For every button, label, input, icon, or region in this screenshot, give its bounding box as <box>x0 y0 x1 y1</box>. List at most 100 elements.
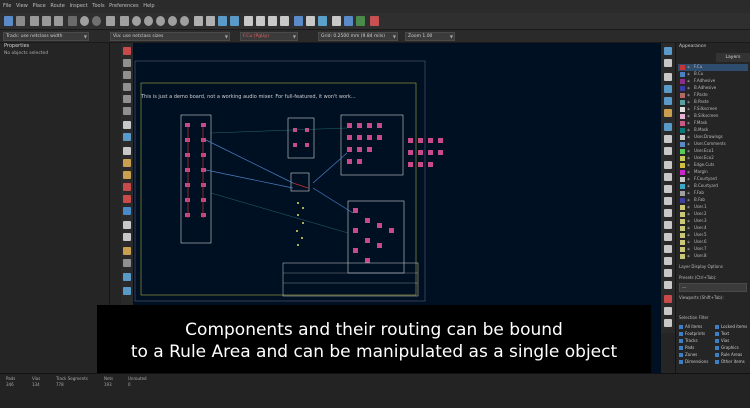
layer-row[interactable]: ◉ User.8 <box>678 253 748 260</box>
layer-row[interactable]: ◉ B.Paste <box>678 99 748 106</box>
eye-icon[interactable]: ◉ <box>687 127 690 134</box>
drc-icon[interactable] <box>344 16 353 26</box>
update-pcb-icon[interactable] <box>332 16 341 26</box>
ungroup-icon[interactable] <box>256 16 265 26</box>
mirror-icon[interactable] <box>230 16 239 26</box>
layer-row[interactable]: ◉ Margin <box>678 169 748 176</box>
menu-view[interactable]: View <box>16 0 28 13</box>
layer-color-swatch[interactable] <box>680 233 685 238</box>
layer-row[interactable]: ◉ Edge.Cuts <box>678 162 748 169</box>
eye-icon[interactable]: ◉ <box>687 218 690 225</box>
layer-color-swatch[interactable] <box>680 170 685 175</box>
layer-color-swatch[interactable] <box>680 142 685 147</box>
refresh-icon[interactable] <box>120 16 129 26</box>
search-panel-icon[interactable] <box>123 287 131 295</box>
layer-color-swatch[interactable] <box>680 100 685 105</box>
checkbox-icon[interactable] <box>715 339 719 343</box>
layer-color-swatch[interactable] <box>680 184 685 189</box>
layer-color-swatch[interactable] <box>680 135 685 140</box>
layer-color-swatch[interactable] <box>680 198 685 203</box>
layer-display-options[interactable]: Layer Display Options <box>679 264 723 269</box>
filter-checkbox[interactable]: Vias <box>715 338 729 343</box>
eye-icon[interactable]: ◉ <box>687 253 690 260</box>
layer-color-swatch[interactable] <box>680 156 685 161</box>
footprint-outline[interactable] <box>287 117 315 159</box>
curved-ratsnest-icon[interactable] <box>123 133 131 141</box>
layer-color-swatch[interactable] <box>680 65 685 70</box>
eye-icon[interactable]: ◉ <box>687 169 690 176</box>
filter-checkbox[interactable]: Zones <box>679 352 697 357</box>
rule-area-icon[interactable] <box>664 147 672 155</box>
presets-combo[interactable]: --- <box>679 283 747 292</box>
undo-icon[interactable] <box>80 16 89 26</box>
eye-icon[interactable]: ◉ <box>687 239 690 246</box>
drc-marker-icon[interactable] <box>123 47 131 55</box>
grid-icon[interactable] <box>123 59 131 67</box>
via-outline-icon[interactable] <box>123 195 131 203</box>
filter-checkbox[interactable]: Dimensions <box>679 359 708 364</box>
layer-color-swatch[interactable] <box>680 114 685 119</box>
menu-help[interactable]: Help <box>143 0 154 13</box>
eye-icon[interactable]: ◉ <box>687 134 690 141</box>
eye-icon[interactable]: ◉ <box>687 225 690 232</box>
units-mm-icon[interactable] <box>123 95 131 103</box>
layers-manager-icon[interactable] <box>123 259 131 267</box>
route-track-icon[interactable] <box>664 85 672 93</box>
rotate-ccw-icon[interactable] <box>194 16 203 26</box>
menu-file[interactable]: File <box>3 0 11 13</box>
filter-checkbox[interactable]: Footprints <box>679 331 705 336</box>
menu-preferences[interactable]: Preferences <box>109 0 138 13</box>
layer-combo[interactable]: F.Cu (PgUp) ▼ <box>240 32 298 41</box>
eye-icon[interactable]: ◉ <box>687 211 690 218</box>
layer-row[interactable]: ◉ F.Paste <box>678 92 748 99</box>
text-icon[interactable] <box>664 245 672 253</box>
layer-row[interactable]: ◉ User.3 <box>678 218 748 225</box>
filter-checkbox[interactable]: Text <box>715 331 729 336</box>
print-icon[interactable] <box>42 16 51 26</box>
route-diff-pair-icon[interactable] <box>664 97 672 105</box>
layer-row[interactable]: ◉ User.Eco2 <box>678 155 748 162</box>
zone-fill-icon[interactable] <box>123 171 131 179</box>
zoom-selection-icon[interactable] <box>180 16 189 26</box>
layer-color-swatch[interactable] <box>680 121 685 126</box>
eye-icon[interactable]: ◉ <box>687 92 690 99</box>
footprint-browser-icon[interactable] <box>318 16 327 26</box>
checkbox-icon[interactable] <box>679 332 683 336</box>
scripting-icon[interactable] <box>356 16 365 26</box>
zoom-combo[interactable]: Zoom 1.00 ▼ <box>405 32 455 41</box>
line-icon[interactable] <box>664 161 672 169</box>
layer-row[interactable]: ◉ User.4 <box>678 225 748 232</box>
layer-row[interactable]: ◉ User.6 <box>678 239 748 246</box>
eye-icon[interactable]: ◉ <box>687 204 690 211</box>
eye-icon[interactable]: ◉ <box>687 78 690 85</box>
layer-row[interactable]: ◉ B.Silkscreen <box>678 113 748 120</box>
layer-color-swatch[interactable] <box>680 240 685 245</box>
layer-color-swatch[interactable] <box>680 177 685 182</box>
layer-row[interactable]: ◉ User.Eco1 <box>678 148 748 155</box>
layer-color-swatch[interactable] <box>680 149 685 154</box>
zoom-objects-icon[interactable] <box>168 16 177 26</box>
paste-icon[interactable] <box>68 16 77 26</box>
layer-row[interactable]: ◉ B.Adhesive <box>678 85 748 92</box>
eye-icon[interactable]: ◉ <box>687 197 690 204</box>
layer-row[interactable]: ◉ F.Mask <box>678 120 748 127</box>
via-icon[interactable] <box>664 123 672 131</box>
textbox-icon[interactable] <box>664 257 672 265</box>
eye-icon[interactable]: ◉ <box>687 162 690 169</box>
footprint-place-icon[interactable] <box>664 73 672 81</box>
checkbox-icon[interactable] <box>679 346 683 350</box>
layer-row[interactable]: ◉ User.5 <box>678 232 748 239</box>
delete-icon[interactable] <box>664 295 672 303</box>
layer-color-swatch[interactable] <box>680 128 685 133</box>
units-in-icon[interactable] <box>123 83 131 91</box>
track-outline-icon[interactable] <box>123 207 131 215</box>
filter-checkbox[interactable]: Other items <box>715 359 745 364</box>
zoom-out-icon[interactable] <box>144 16 153 26</box>
bezier-icon[interactable] <box>664 221 672 229</box>
rectangle-icon[interactable] <box>664 185 672 193</box>
layer-color-swatch[interactable] <box>680 226 685 231</box>
footprint-editor-icon[interactable] <box>306 16 315 26</box>
checkbox-icon[interactable] <box>715 360 719 364</box>
netlist-icon[interactable] <box>294 16 303 26</box>
checkbox-icon[interactable] <box>679 339 683 343</box>
